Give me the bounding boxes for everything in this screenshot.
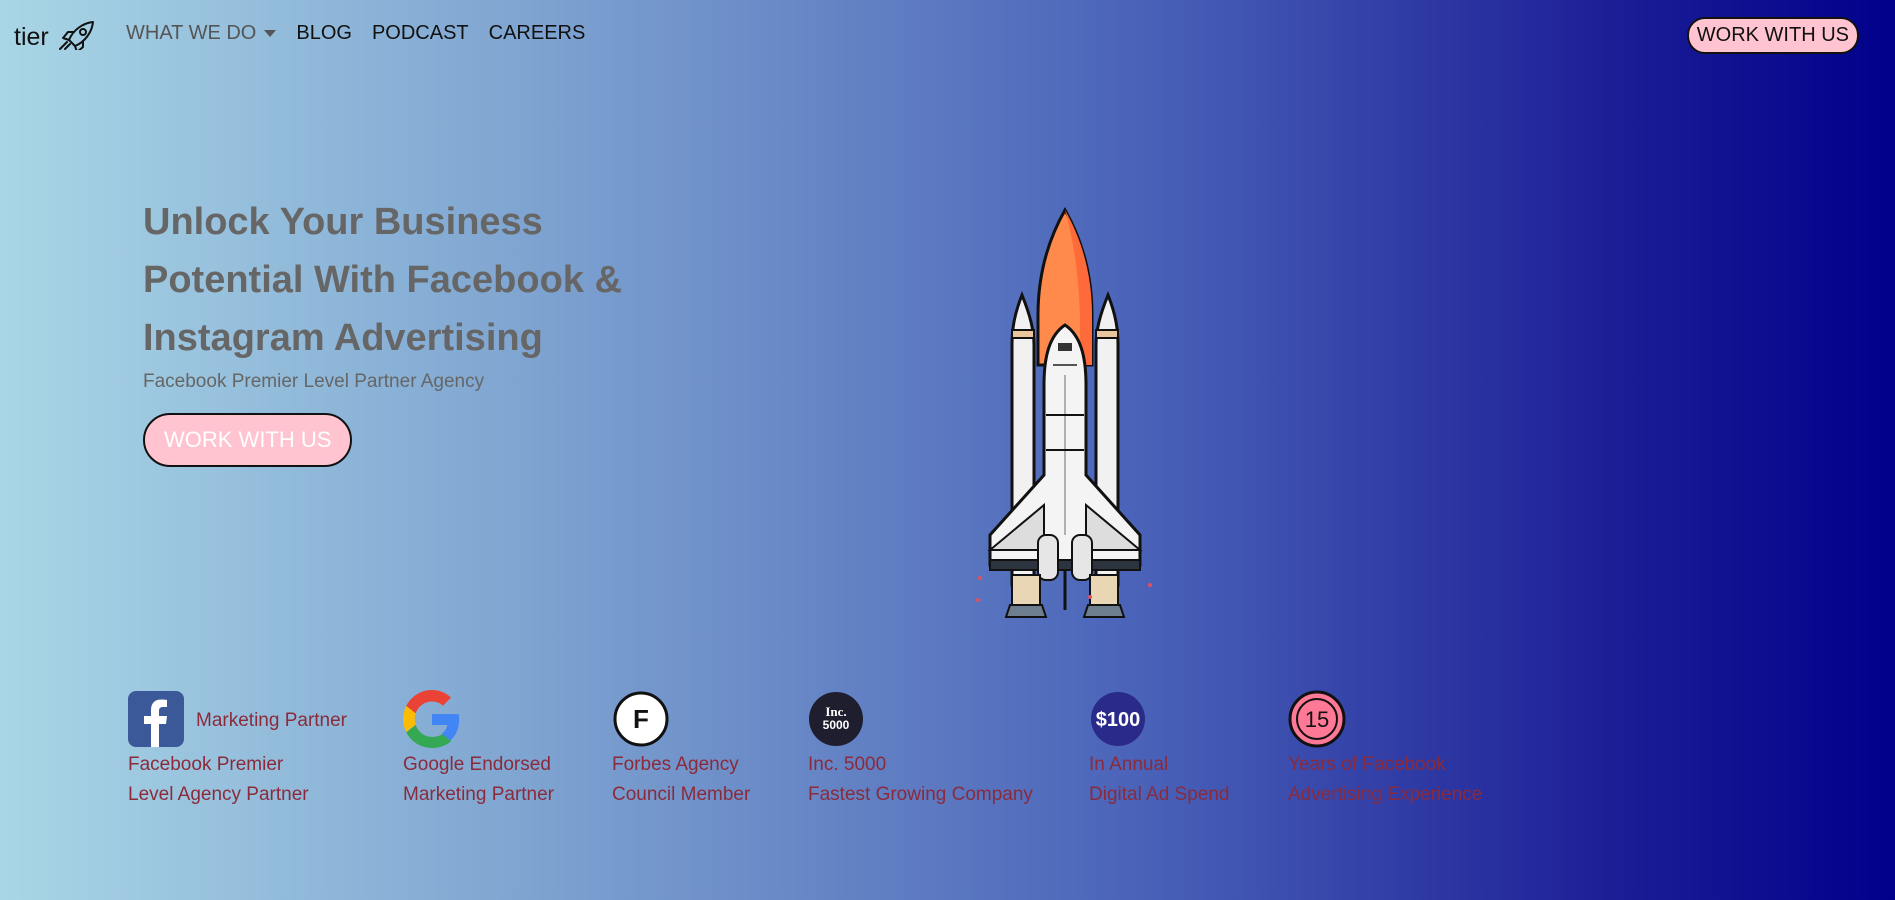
hero-title-line: Potential With Facebook & <box>143 259 622 301</box>
hero-work-with-us-button[interactable]: WORK WITH US <box>143 413 353 467</box>
rocket-icon <box>55 20 97 55</box>
badge-line: Advertising Experience <box>1288 784 1483 805</box>
badge-years: 15 Years of Facebook Advertising Experie… <box>1288 690 1483 810</box>
inc5000-icon: Inc. 5000 <box>808 691 864 752</box>
nav-what-we-do-label: WHAT WE DO <box>126 22 257 44</box>
badge-heading: Marketing Partner <box>196 710 348 731</box>
nav-what-we-do[interactable]: WHAT WE DO <box>126 22 277 45</box>
nav-blog[interactable]: BLOG <box>296 22 352 45</box>
badge-ad-spend: $100 In Annual Digital Ad Spend <box>1089 690 1230 810</box>
svg-text:Inc.: Inc. <box>825 704 846 719</box>
hero-title-line: Unlock Your Business <box>143 201 543 243</box>
brand-name: tier <box>14 23 49 51</box>
badge-inc5000: Inc. 5000 Inc. 5000 Fastest Growing Comp… <box>808 691 1033 810</box>
svg-text:5000: 5000 <box>823 718 850 732</box>
caret-down-icon <box>264 30 277 37</box>
brand-logo[interactable]: tier <box>14 20 97 55</box>
badge-line: Digital Ad Spend <box>1089 784 1230 805</box>
badge-line: Council Member <box>612 784 751 805</box>
dollar-badge-icon: $100 <box>1089 690 1147 753</box>
hero-section: Unlock Your Business Potential With Face… <box>143 193 703 467</box>
badge-line: Google Endorsed <box>403 754 551 775</box>
badge-line: Years of Facebook <box>1288 754 1446 775</box>
nav-work-with-us-button[interactable]: WORK WITH US <box>1686 17 1859 54</box>
top-navbar: tier WHAT WE DO BLOG PODCAST CAREERS WOR… <box>0 0 1895 72</box>
badge-facebook: Marketing Partner Facebook Premier Level… <box>128 690 348 810</box>
badge-line: In Annual <box>1089 754 1169 775</box>
space-shuttle-illustration <box>960 205 1170 630</box>
badge-forbes: F Forbes Agency Council Member <box>612 690 751 810</box>
nav-careers[interactable]: CAREERS <box>489 22 586 45</box>
badge-line: Inc. 5000 <box>808 754 887 775</box>
fifteen-badge-icon: 15 <box>1288 690 1346 753</box>
facebook-icon <box>128 690 184 752</box>
nav-podcast[interactable]: PODCAST <box>372 22 469 45</box>
credentials-row: Marketing Partner Facebook Premier Level… <box>0 689 1895 812</box>
nav-links: WHAT WE DO BLOG PODCAST CAREERS <box>126 22 585 45</box>
badge-line: Facebook Premier <box>128 754 284 775</box>
badge-line: Fastest Growing Company <box>808 784 1033 805</box>
badge-line: Level Agency Partner <box>128 784 309 805</box>
hero-title-line: Instagram Advertising <box>143 317 543 359</box>
dollar-badge-text: $100 <box>1096 709 1141 731</box>
hero-title: Unlock Your Business Potential With Face… <box>143 193 703 367</box>
forbes-icon-text: F <box>633 704 649 734</box>
forbes-icon: F <box>612 690 670 753</box>
hero-subtitle: Facebook Premier Level Partner Agency <box>143 371 485 392</box>
fifteen-badge-text: 15 <box>1305 707 1329 732</box>
badge-google: Google Endorsed Marketing Partner <box>403 689 555 810</box>
badge-line: Marketing Partner <box>403 784 555 805</box>
badge-line: Forbes Agency <box>612 754 739 775</box>
google-icon <box>403 689 461 753</box>
